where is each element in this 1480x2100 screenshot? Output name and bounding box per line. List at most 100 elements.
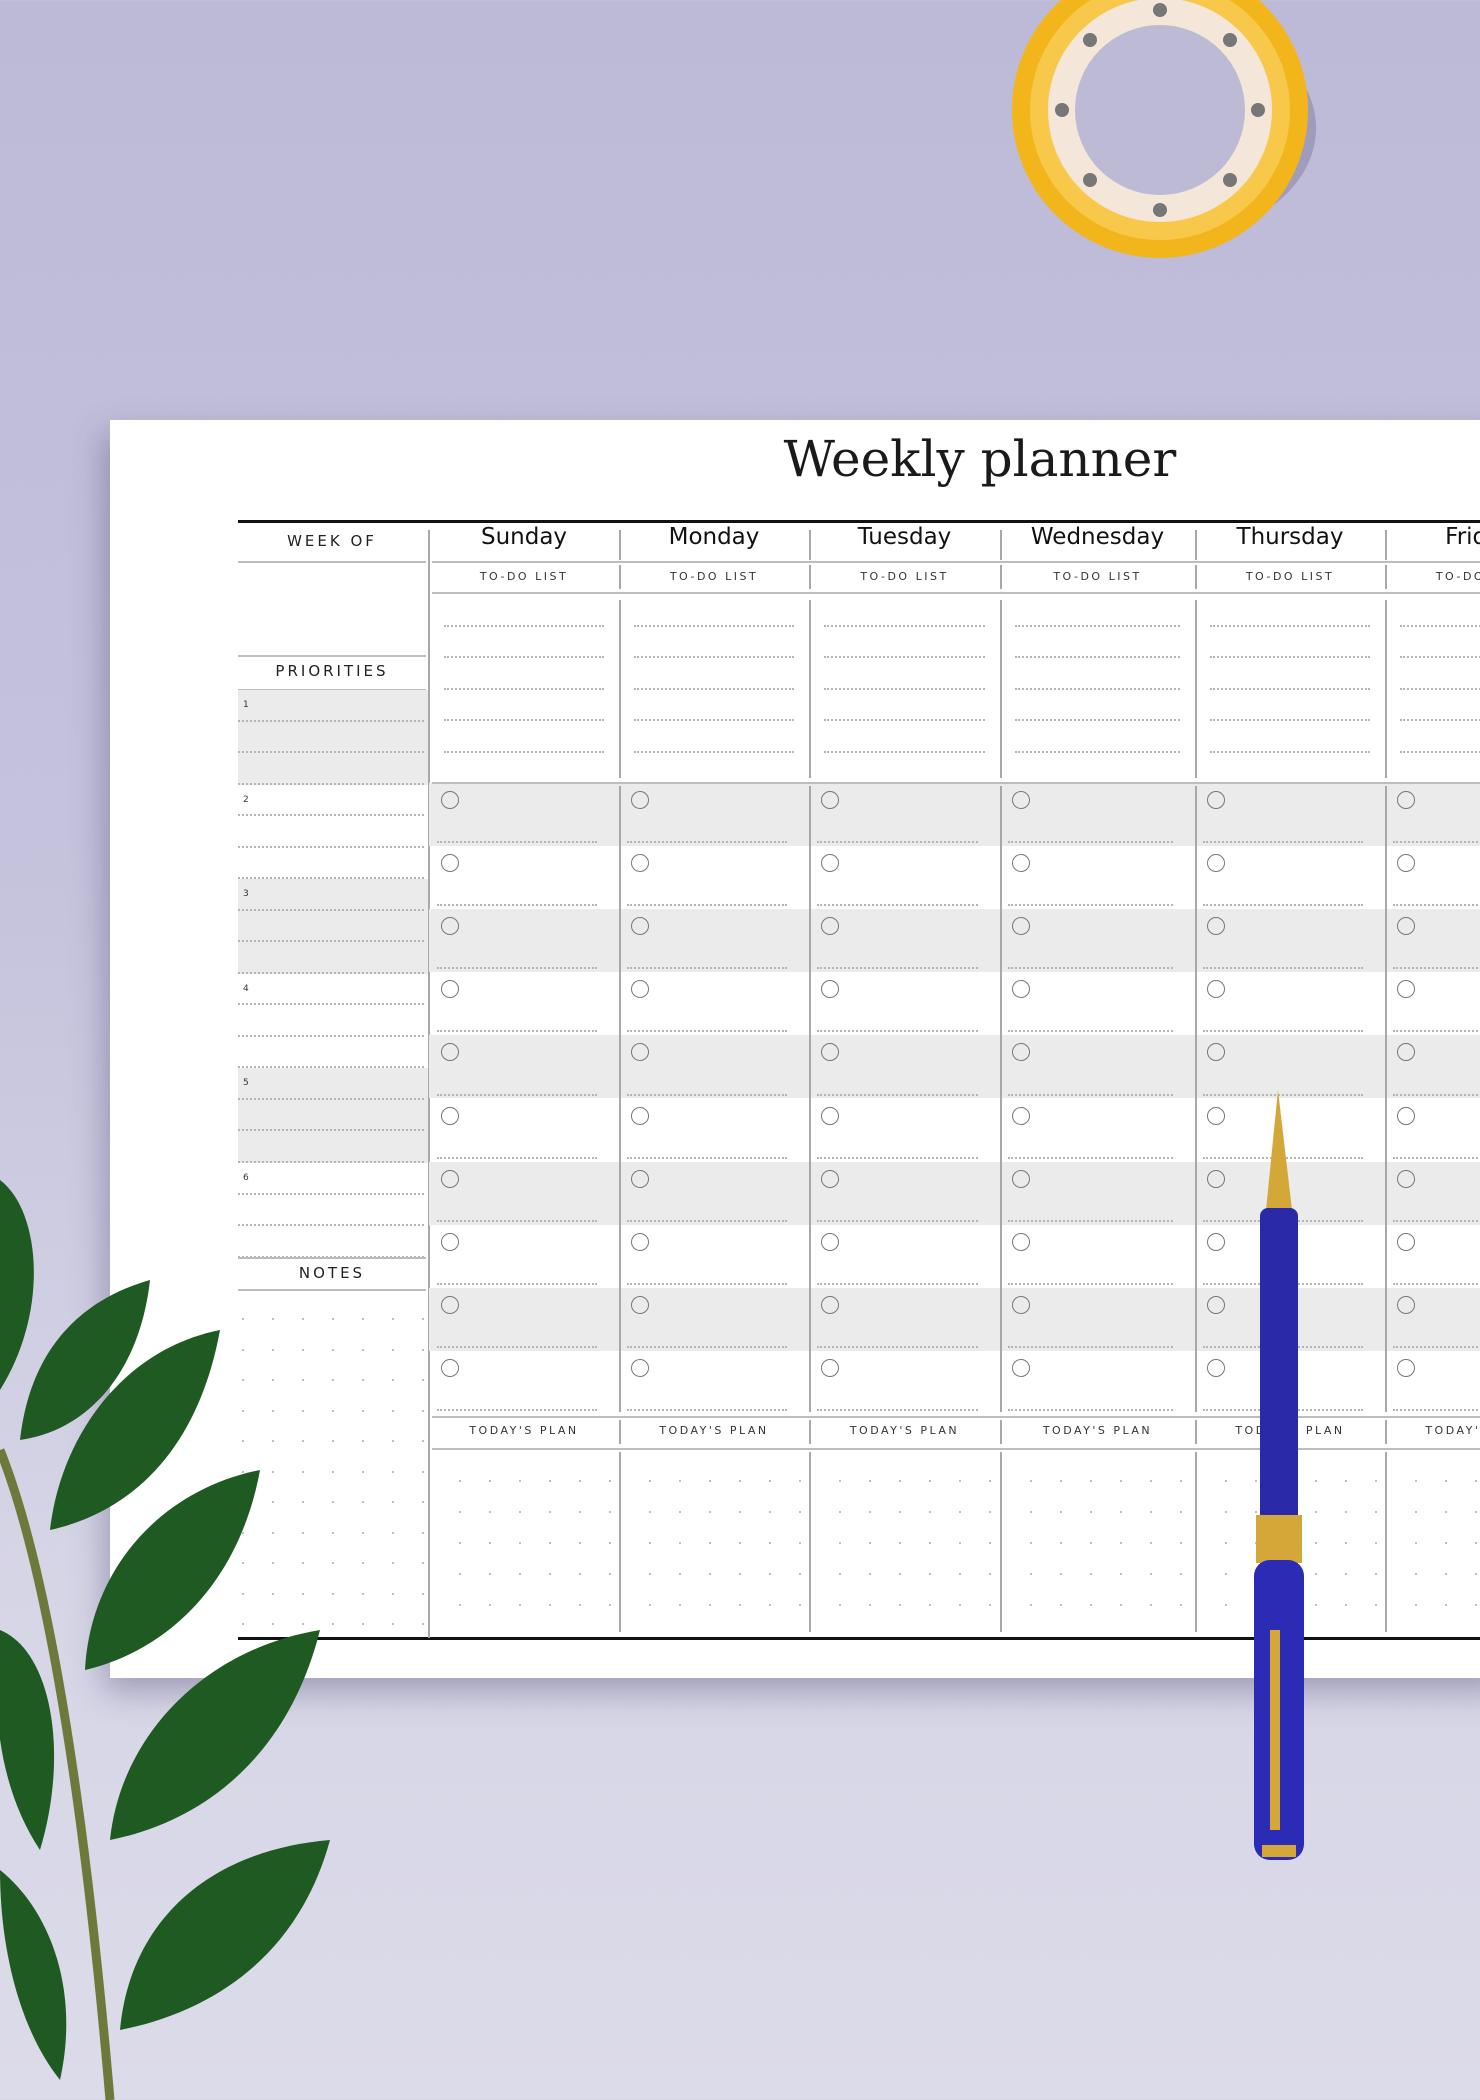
task-checkbox[interactable] bbox=[441, 791, 459, 809]
task-checkbox[interactable] bbox=[631, 1169, 649, 1188]
plan-grid-dot bbox=[1225, 1542, 1227, 1544]
notes-grid-dot bbox=[362, 1470, 364, 1473]
notes-grid-dot bbox=[392, 1379, 394, 1381]
task-checkbox[interactable] bbox=[631, 854, 649, 873]
plan-grid-dot bbox=[1375, 1573, 1377, 1575]
task-checkbox[interactable] bbox=[1397, 1295, 1415, 1314]
priority-line bbox=[238, 814, 424, 817]
task-checkbox[interactable] bbox=[1207, 1169, 1225, 1188]
plan-grid-dot bbox=[679, 1542, 681, 1544]
plan-grid-dot bbox=[839, 1511, 841, 1513]
plan-grid-dot bbox=[609, 1480, 611, 1482]
task-checkbox[interactable] bbox=[1012, 1169, 1030, 1188]
plan-grid-dot bbox=[1120, 1511, 1122, 1513]
task-line bbox=[437, 841, 597, 844]
task-checkbox[interactable] bbox=[821, 1232, 839, 1251]
todo-line bbox=[1400, 719, 1480, 721]
plan-grid-dot bbox=[799, 1604, 801, 1606]
todo-line bbox=[1210, 624, 1370, 627]
task-checkbox[interactable] bbox=[1012, 791, 1030, 809]
task-checkbox[interactable] bbox=[631, 1106, 649, 1125]
task-checkbox[interactable] bbox=[821, 980, 839, 999]
task-checkbox[interactable] bbox=[1012, 1106, 1030, 1125]
plan-grid-dot bbox=[709, 1604, 711, 1606]
plan-grid-dot bbox=[519, 1511, 521, 1513]
notes-grid-dot bbox=[392, 1348, 394, 1351]
task-checkbox[interactable] bbox=[1207, 1358, 1225, 1377]
task-checkbox[interactable] bbox=[441, 1232, 459, 1251]
plan-grid-dot bbox=[869, 1542, 871, 1544]
task-checkbox[interactable] bbox=[1397, 980, 1415, 999]
priority-line bbox=[238, 751, 424, 754]
task-checkbox[interactable] bbox=[1397, 791, 1415, 809]
task-checkbox[interactable] bbox=[821, 1169, 839, 1188]
task-checkbox[interactable] bbox=[821, 1106, 839, 1125]
task-checkbox[interactable] bbox=[631, 791, 649, 809]
task-line bbox=[1393, 1345, 1480, 1348]
plan-grid-dot bbox=[1120, 1480, 1122, 1482]
task-checkbox[interactable] bbox=[1207, 980, 1225, 999]
task-checkbox[interactable] bbox=[441, 1295, 459, 1314]
task-checkbox[interactable] bbox=[821, 791, 839, 809]
task-checkbox[interactable] bbox=[1012, 1232, 1030, 1251]
plan-grid-dot bbox=[1445, 1604, 1447, 1606]
day-divider bbox=[1195, 786, 1197, 1412]
task-checkbox[interactable] bbox=[821, 1295, 839, 1314]
task-checkbox[interactable] bbox=[631, 980, 649, 999]
priority-number: 5 bbox=[243, 1078, 249, 1089]
plan-grid-dot bbox=[679, 1573, 681, 1575]
day-divider bbox=[1000, 1452, 1002, 1632]
task-checkbox[interactable] bbox=[1012, 980, 1030, 999]
task-line bbox=[1008, 1409, 1173, 1411]
task-checkbox[interactable] bbox=[631, 1358, 649, 1377]
task-line bbox=[817, 841, 978, 844]
top-rule bbox=[238, 520, 1480, 523]
plan-grid-dot bbox=[1030, 1573, 1032, 1575]
notes-grid-dot bbox=[392, 1470, 394, 1473]
task-checkbox[interactable] bbox=[1207, 854, 1225, 873]
task-checkbox[interactable] bbox=[1207, 1295, 1225, 1314]
plan-grid-dot bbox=[739, 1573, 741, 1575]
task-checkbox[interactable] bbox=[1397, 1169, 1415, 1188]
priority-line bbox=[238, 908, 424, 911]
task-line bbox=[1393, 1282, 1480, 1285]
plan-grid-dot bbox=[1150, 1542, 1152, 1544]
task-checkbox[interactable] bbox=[1397, 1106, 1415, 1125]
task-checkbox[interactable] bbox=[1012, 1358, 1030, 1377]
task-line bbox=[627, 1409, 787, 1411]
task-checkbox[interactable] bbox=[1207, 791, 1225, 809]
notes-grid-dot bbox=[362, 1348, 364, 1351]
todo-list-label: TO-DO LIST bbox=[669, 570, 759, 583]
task-checkbox[interactable] bbox=[1397, 1358, 1415, 1377]
task-line bbox=[817, 1282, 978, 1285]
task-checkbox[interactable] bbox=[441, 854, 459, 873]
priority-number: 2 bbox=[243, 794, 249, 805]
header-rule bbox=[432, 561, 1480, 563]
plan-grid-dot bbox=[899, 1542, 901, 1544]
task-checkbox[interactable] bbox=[631, 1295, 649, 1314]
task-checkbox[interactable] bbox=[441, 1169, 459, 1188]
task-checkbox[interactable] bbox=[1012, 1295, 1030, 1314]
plan-grid-dot bbox=[839, 1573, 841, 1575]
todo-list-label: TO-DO LIST bbox=[1245, 570, 1335, 583]
task-checkbox[interactable] bbox=[1207, 1106, 1225, 1125]
task-checkbox[interactable] bbox=[821, 1358, 839, 1377]
plan-grid-dot bbox=[1345, 1542, 1347, 1544]
task-line bbox=[1008, 967, 1173, 970]
plan-grid-dot bbox=[519, 1542, 521, 1544]
task-checkbox[interactable] bbox=[1397, 1232, 1415, 1251]
task-checkbox[interactable] bbox=[1012, 854, 1030, 873]
task-line bbox=[817, 1219, 978, 1222]
notes-grid-dot bbox=[362, 1379, 364, 1381]
task-checkbox[interactable] bbox=[441, 1358, 459, 1377]
task-checkbox[interactable] bbox=[441, 980, 459, 999]
task-checkbox[interactable] bbox=[1207, 1232, 1225, 1251]
task-checkbox[interactable] bbox=[441, 1106, 459, 1125]
task-checkbox[interactable] bbox=[1397, 854, 1415, 873]
todo-line bbox=[824, 656, 985, 658]
task-checkbox[interactable] bbox=[821, 854, 839, 873]
task-line bbox=[437, 1093, 597, 1096]
plan-grid-dot bbox=[1060, 1573, 1062, 1575]
task-checkbox[interactable] bbox=[631, 1232, 649, 1251]
todo-list-label: TO-DO LIST bbox=[860, 570, 949, 583]
